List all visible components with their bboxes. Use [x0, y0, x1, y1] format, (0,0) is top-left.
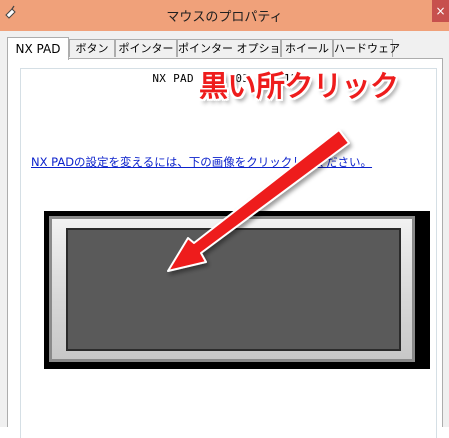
touchpad-surface[interactable] — [66, 228, 401, 351]
settings-link[interactable]: NX PADの設定を変えるには、下の画像をクリックしてください。 — [31, 154, 372, 170]
close-button[interactable]: × — [432, 0, 449, 22]
touchpad-image[interactable] — [44, 211, 430, 369]
tab-panel: NX PAD - 8.103.909.121 NX PADの設定を変えるには、下… — [7, 58, 443, 438]
tab-buttons[interactable]: ボタン — [69, 39, 115, 57]
title-bar: マウスのプロパティ × — [0, 0, 449, 31]
annotation-text: 黒い所クリック — [199, 69, 399, 103]
tab-nx-pad[interactable]: NX PAD — [7, 37, 69, 60]
touchpad-frame — [49, 216, 415, 362]
tab-hardware[interactable]: ハードウェア — [333, 39, 400, 57]
window-title: マウスのプロパティ — [166, 10, 283, 25]
tab-pointers[interactable]: ポインター — [115, 39, 177, 57]
tab-pointer-options[interactable]: ポインター オプション — [177, 39, 292, 57]
tab-wheel[interactable]: ホイール — [281, 39, 333, 57]
